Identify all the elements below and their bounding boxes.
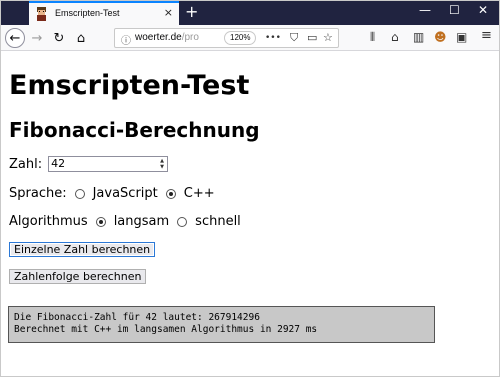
minimize-icon[interactable]: — (419, 3, 431, 17)
radio-cpp-label: C++ (183, 186, 215, 201)
zahl-value: 42 (51, 157, 66, 170)
algorithmus-row: Algorithmus langsam schnell (9, 214, 241, 229)
tab-title: Emscripten-Test (55, 8, 120, 18)
page-content: Emscripten-Test Fibonacci-Berechnung Zah… (1, 52, 499, 376)
page-title: Emscripten-Test (9, 70, 250, 101)
browser-window: Emscripten-Test × + — ☐ ✕ ← → ↻ ⌂ ⓘ woer… (0, 0, 500, 377)
zahl-row: Zahl: 42 ▲ ▼ (9, 156, 169, 172)
radio-cpp[interactable] (165, 188, 176, 199)
url-text[interactable]: woerter.de/pro (135, 32, 213, 43)
url-bar[interactable]: ⓘ woerter.de/pro 120% ••• ⛉ ▭ ☆ (114, 28, 339, 48)
menu-icon[interactable]: ≡ (481, 28, 492, 43)
reader-view-icon[interactable]: ▭ (307, 31, 317, 44)
tab-strip: Emscripten-Test × + — ☐ ✕ (1, 1, 499, 25)
zoom-badge[interactable]: 120% (224, 31, 257, 45)
back-icon[interactable]: ← (5, 28, 25, 48)
zahl-label: Zahl: (9, 156, 43, 172)
radio-javascript[interactable] (74, 188, 85, 199)
home-icon[interactable]: ⌂ (71, 28, 91, 48)
pocket-icon[interactable]: ⛉ (290, 31, 298, 45)
sprache-row: Sprache: JavaScript C++ (9, 186, 215, 201)
radio-schnell-label: schnell (195, 214, 241, 229)
einzelne-zahl-button[interactable]: Einzelne Zahl berechnen (9, 242, 156, 257)
tab-close-icon[interactable]: × (164, 6, 173, 19)
maximize-icon[interactable]: ☐ (449, 3, 460, 17)
bookmark-star-icon[interactable]: ☆ (323, 31, 333, 44)
section-heading: Fibonacci-Berechnung (9, 118, 260, 142)
radio-schnell[interactable] (177, 216, 188, 227)
screenshot-icon[interactable]: ▣ (456, 30, 467, 44)
tab-active[interactable]: Emscripten-Test × (29, 1, 179, 25)
sprache-label: Sprache: (9, 186, 67, 201)
output-line: Die Fibonacci-Zahl für 42 lautet: 267914… (14, 312, 260, 323)
nav-bar: ← → ↻ ⌂ ⓘ woerter.de/pro 120% ••• ⛉ ▭ ☆ … (1, 25, 499, 51)
library-icon[interactable]: ⫴ (370, 30, 375, 45)
radio-javascript-label: JavaScript (92, 186, 158, 201)
algorithmus-label: Algorithmus (9, 214, 88, 229)
forward-icon[interactable]: → (27, 28, 47, 48)
sidebar-icon[interactable]: ▥ (413, 30, 424, 44)
output-box: Die Fibonacci-Zahl für 42 lautet: 267914… (8, 306, 435, 343)
close-window-icon[interactable]: ✕ (478, 3, 488, 17)
page-actions-icon[interactable]: ••• (265, 33, 281, 43)
reload-icon[interactable]: ↻ (49, 28, 69, 48)
new-tab-icon[interactable]: + (185, 2, 198, 21)
zahl-input[interactable]: 42 ▲ ▼ (48, 156, 169, 172)
radio-langsam[interactable] (95, 216, 106, 227)
synced-tabs-icon[interactable]: ⌂ (391, 30, 399, 44)
spinner-icon[interactable]: ▲ ▼ (158, 158, 166, 170)
output-line: Berechnet mit C++ im langsamen Algorithm… (14, 324, 318, 335)
extension-icon[interactable]: ☻ (434, 30, 447, 44)
avatar-favicon-icon (37, 7, 46, 21)
info-icon[interactable]: ⓘ (121, 32, 131, 47)
zahlenfolge-button[interactable]: Zahlenfolge berechnen (9, 269, 147, 284)
radio-langsam-label: langsam (113, 214, 170, 229)
